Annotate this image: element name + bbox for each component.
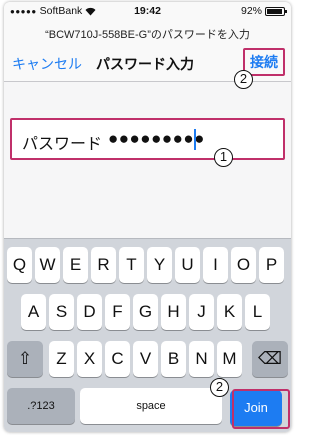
key-x[interactable]: X bbox=[77, 341, 102, 377]
key-b[interactable]: B bbox=[161, 341, 186, 377]
join-highlight bbox=[232, 389, 290, 429]
battery-percent: 92% bbox=[240, 5, 262, 17]
shift-key[interactable]: ⇧ bbox=[7, 341, 43, 377]
key-i[interactable]: I bbox=[203, 247, 228, 283]
key-r[interactable]: R bbox=[91, 247, 116, 283]
key-k[interactable]: K bbox=[217, 294, 242, 330]
key-d[interactable]: D bbox=[77, 294, 102, 330]
nav-bar: “BCW710J-558BE-G”のパスワードを入力 キャンセル パスワード入力… bbox=[4, 20, 291, 89]
annotation-badge-2-bottom: 2 bbox=[210, 378, 229, 397]
key-g[interactable]: G bbox=[133, 294, 158, 330]
annotation-badge-1: 1 bbox=[214, 148, 233, 167]
text-caret bbox=[194, 129, 196, 150]
phone-screen: ●●●●● SoftBank 19:42 92% “BCW710J-558BE-… bbox=[4, 2, 291, 432]
key-w[interactable]: W bbox=[35, 247, 60, 283]
key-n[interactable]: N bbox=[189, 341, 214, 377]
key-p[interactable]: P bbox=[259, 247, 284, 283]
password-field[interactable]: パスワード ●●●●●●●●● bbox=[10, 118, 285, 160]
key-v[interactable]: V bbox=[133, 341, 158, 377]
key-u[interactable]: U bbox=[175, 247, 200, 283]
key-h[interactable]: H bbox=[161, 294, 186, 330]
page-title: パスワード入力 bbox=[96, 56, 194, 72]
password-value: ●●●●●●●●● bbox=[108, 129, 205, 148]
password-prompt: “BCW710J-558BE-G”のパスワードを入力 bbox=[45, 29, 250, 41]
battery-icon bbox=[265, 6, 287, 16]
key-q[interactable]: Q bbox=[7, 247, 32, 283]
cancel-button[interactable]: キャンセル bbox=[12, 54, 82, 74]
key-a[interactable]: A bbox=[21, 294, 46, 330]
key-j[interactable]: J bbox=[189, 294, 214, 330]
key-m[interactable]: M bbox=[217, 341, 242, 377]
annotation-badge-2-top: 2 bbox=[234, 70, 253, 89]
password-field-label: パスワード bbox=[22, 136, 103, 153]
key-o[interactable]: O bbox=[231, 247, 256, 283]
key-e[interactable]: E bbox=[63, 247, 88, 283]
key-s[interactable]: S bbox=[49, 294, 74, 330]
key-f[interactable]: F bbox=[105, 294, 130, 330]
key-c[interactable]: C bbox=[105, 341, 130, 377]
status-bar: ●●●●● SoftBank 19:42 92% bbox=[4, 2, 291, 20]
key-t[interactable]: T bbox=[119, 247, 144, 283]
key-l[interactable]: L bbox=[245, 294, 270, 330]
numbers-key[interactable]: .?123 bbox=[7, 388, 75, 424]
key-y[interactable]: Y bbox=[147, 247, 172, 283]
delete-key[interactable]: ⌫ bbox=[252, 341, 288, 377]
space-key[interactable]: space bbox=[80, 388, 222, 424]
key-z[interactable]: Z bbox=[49, 341, 74, 377]
